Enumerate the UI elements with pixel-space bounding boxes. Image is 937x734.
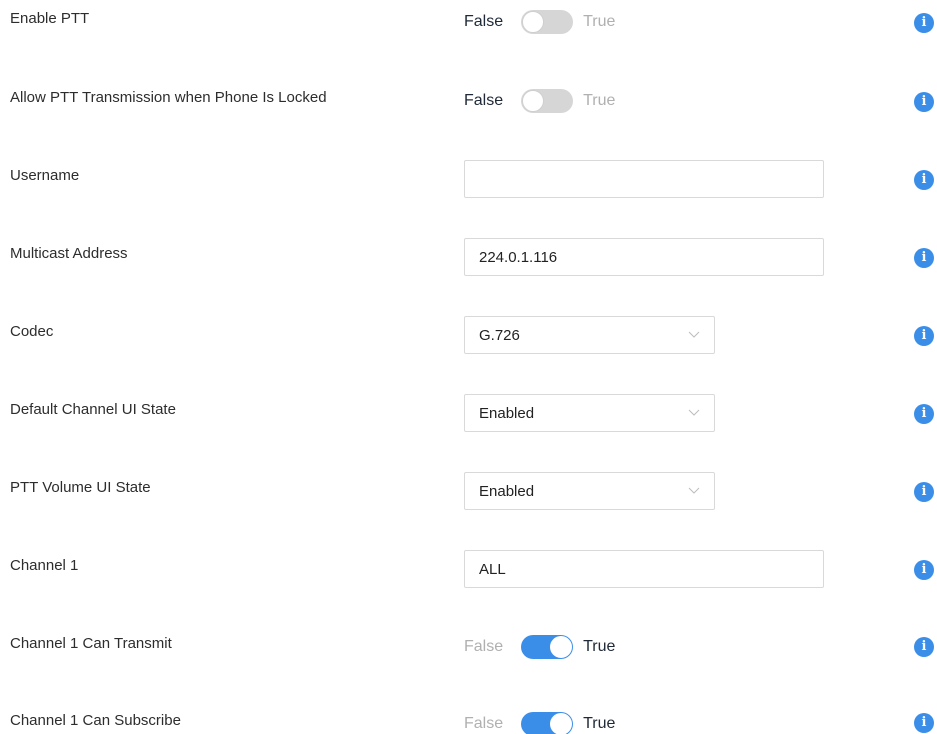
setting-row-multicast-address: Multicast Address i [0,238,937,278]
setting-label: Enable PTT [10,10,90,27]
setting-row-default-channel-ui-state: Default Channel UI State Enabled i [0,394,937,434]
setting-row-allow-ptt-locked: Allow PTT Transmission when Phone Is Loc… [0,89,937,129]
toggle-false-label: False [464,638,504,655]
chevron-down-icon [688,331,700,338]
setting-row-ptt-volume-ui-state: PTT Volume UI State Enabled i [0,472,937,512]
channel-1-can-transmit-toggle-group: False True [464,635,615,659]
toggle-true-label: True [583,715,616,732]
toggle-false-label: False [464,92,504,109]
info-icon[interactable]: i [914,560,934,580]
select-value: G.726 [479,327,520,344]
codec-select[interactable]: G.726 [464,316,715,354]
info-icon[interactable]: i [914,92,934,112]
setting-label: Default Channel UI State [10,401,176,418]
info-icon[interactable]: i [914,13,934,33]
channel-1-input[interactable] [464,550,824,588]
allow-ptt-locked-toggle-group: False True [464,89,615,113]
default-channel-ui-state-select[interactable]: Enabled [464,394,715,432]
channel-1-control [464,550,824,588]
info-icon[interactable]: i [914,170,934,190]
setting-row-codec: Codec G.726 i [0,316,937,356]
chevron-down-icon [688,487,700,494]
setting-label: Multicast Address [10,245,128,262]
info-icon[interactable]: i [914,326,934,346]
toggle-false-label: False [464,13,504,30]
channel-1-can-subscribe-toggle-group: False True [464,712,615,734]
toggle-true-label: True [583,638,616,655]
setting-label: Channel 1 Can Subscribe [10,712,181,729]
setting-label: Channel 1 Can Transmit [10,635,172,652]
setting-row-channel-1-can-transmit: Channel 1 Can Transmit False True i [0,635,937,675]
info-icon[interactable]: i [914,482,934,502]
setting-label: Codec [10,323,54,340]
info-icon[interactable]: i [914,713,934,733]
ptt-settings-panel: Enable PTT False True i Allow PTT Transm… [0,0,937,734]
toggle-true-label: True [583,13,616,30]
info-icon[interactable]: i [914,637,934,657]
allow-ptt-locked-toggle[interactable] [521,89,574,113]
toggle-knob [550,636,573,658]
setting-label: Allow PTT Transmission when Phone Is Loc… [10,89,327,106]
multicast-address-control [464,238,824,276]
setting-row-channel-1: Channel 1 i [0,550,937,590]
setting-label: Username [10,167,80,184]
setting-label: Channel 1 [10,557,79,574]
chevron-down-icon [688,409,700,416]
channel-1-can-transmit-toggle[interactable] [521,635,574,659]
enable-ptt-toggle[interactable] [521,10,574,34]
username-control [464,160,824,198]
setting-row-channel-1-can-subscribe: Channel 1 Can Subscribe False True i [0,712,937,734]
select-value: Enabled [479,405,535,422]
toggle-true-label: True [583,92,616,109]
select-value: Enabled [479,483,535,500]
toggle-knob [550,713,573,734]
setting-label: PTT Volume UI State [10,479,151,496]
info-icon[interactable]: i [914,248,934,268]
ptt-volume-ui-state-select[interactable]: Enabled [464,472,715,510]
multicast-address-input[interactable] [464,238,824,276]
channel-1-can-subscribe-toggle[interactable] [521,712,574,734]
toggle-false-label: False [464,715,504,732]
username-input[interactable] [464,160,824,198]
enable-ptt-toggle-group: False True [464,10,615,34]
setting-row-enable-ptt: Enable PTT False True i [0,9,937,49]
setting-row-username: Username i [0,160,937,200]
toggle-knob [522,11,545,33]
toggle-knob [522,90,545,112]
info-icon[interactable]: i [914,404,934,424]
